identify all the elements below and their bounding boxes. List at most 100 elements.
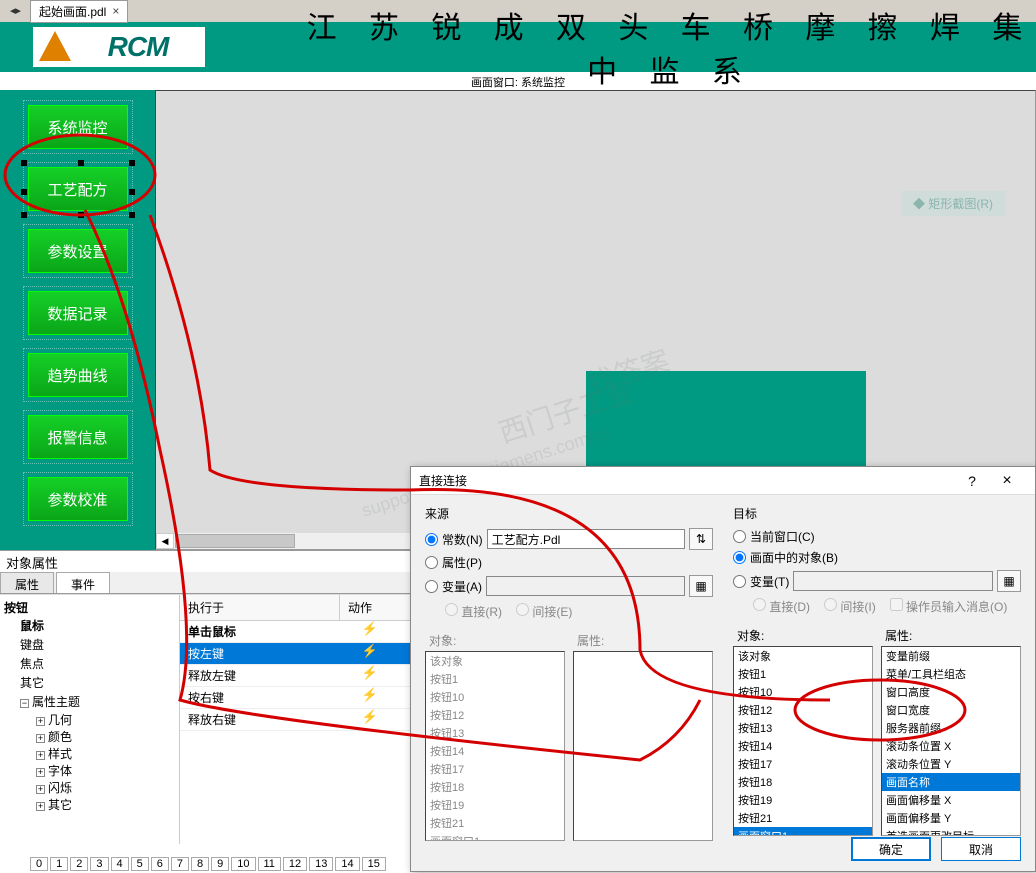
- help-icon[interactable]: ?: [957, 473, 987, 489]
- scroll-left-icon[interactable]: ◀: [156, 533, 174, 549]
- list-item[interactable]: 按钮17: [426, 760, 564, 778]
- app-header: RCM 江 苏 锐 成 双 头 车 桥 摩 擦 焊 集 中 监 系: [0, 22, 1036, 72]
- tree-panel[interactable]: 按钮 鼠标 键盘 焦点 其它 −属性主题 +几何 +颜色 +样式 +字体 +闪烁…: [0, 595, 180, 844]
- tab-events[interactable]: 事件: [56, 572, 110, 593]
- radio-indirect-e: [516, 603, 529, 616]
- list-item[interactable]: 按钮12: [426, 706, 564, 724]
- nav-param-calibrate[interactable]: 参数校准: [28, 477, 128, 521]
- close-icon[interactable]: ×: [112, 4, 119, 18]
- browse-var-icon[interactable]: ▦: [689, 575, 713, 597]
- list-item[interactable]: 按钮18: [734, 773, 872, 791]
- tree-keyboard[interactable]: 键盘: [4, 635, 175, 654]
- list-item[interactable]: 窗口宽度: [882, 701, 1020, 719]
- list-item[interactable]: 画面窗口1: [734, 827, 872, 836]
- list-item[interactable]: 按钮12: [734, 701, 872, 719]
- list-item[interactable]: 按钮18: [426, 778, 564, 796]
- list-item[interactable]: 按钮13: [426, 724, 564, 742]
- tree-blink[interactable]: +闪烁: [4, 779, 175, 796]
- list-item[interactable]: 按钮14: [426, 742, 564, 760]
- target-column: 目标 当前窗口(C) 画面中的对象(B) 变量(T) ▦ 直接(D) 间接(I)…: [733, 505, 1021, 841]
- source-prop-list[interactable]: [573, 651, 713, 841]
- list-item[interactable]: 按钮14: [734, 737, 872, 755]
- list-item[interactable]: 该对象: [426, 652, 564, 670]
- nav-data-record[interactable]: 数据记录: [28, 291, 128, 335]
- list-item[interactable]: 变量前缀: [882, 647, 1020, 665]
- radio-property[interactable]: [425, 556, 438, 569]
- scroll-thumb[interactable]: [175, 534, 295, 548]
- tree-focus[interactable]: 焦点: [4, 654, 175, 673]
- close-icon[interactable]: ×: [987, 472, 1027, 490]
- nav-trend-curve[interactable]: 趋势曲线: [28, 353, 128, 397]
- radio-current-window[interactable]: [733, 530, 746, 543]
- canvas-rect-1[interactable]: [586, 371, 866, 471]
- tab-attributes[interactable]: 属性: [0, 572, 54, 593]
- list-item[interactable]: 按钮19: [734, 791, 872, 809]
- page-numbers: 01 23 45 67 89 1011 1213 1415: [30, 855, 386, 873]
- target-var-input: [793, 571, 993, 591]
- overflow-indicator: ◂▸: [10, 4, 21, 17]
- tree-font[interactable]: +字体: [4, 762, 175, 779]
- browse-icon[interactable]: ⇅: [689, 528, 713, 550]
- ok-button[interactable]: 确定: [851, 837, 931, 861]
- page-title: 江 苏 锐 成 双 头 车 桥 摩 擦 焊 集 中 监 系: [205, 3, 1036, 91]
- list-item[interactable]: 菜单/工具栏组态: [882, 665, 1020, 683]
- tree-other2[interactable]: +其它: [4, 796, 175, 813]
- variable-input: [486, 576, 685, 596]
- constant-input[interactable]: [487, 529, 685, 549]
- radio-direct-r: [445, 603, 458, 616]
- list-item[interactable]: 首选画面更改目标: [882, 827, 1020, 836]
- list-item[interactable]: 按钮1: [426, 670, 564, 688]
- list-item[interactable]: 该对象: [734, 647, 872, 665]
- target-obj-label: 对象:: [733, 625, 873, 646]
- nav-alarm-info[interactable]: 报警信息: [28, 415, 128, 459]
- list-item[interactable]: 按钮10: [734, 683, 872, 701]
- prop-label: 属性:: [573, 630, 713, 651]
- list-item[interactable]: 按钮21: [734, 809, 872, 827]
- target-prop-list[interactable]: 变量前缀菜单/工具栏组态窗口高度窗口宽度服务器前缀滚动条位置 X滚动条位置 Y画…: [881, 646, 1021, 836]
- source-object-list[interactable]: 该对象按钮1按钮10按钮12按钮13按钮14按钮17按钮18按钮19按钮21画面…: [425, 651, 565, 841]
- document-tab[interactable]: 起始画面.pdl ×: [30, 0, 128, 23]
- list-item[interactable]: 画面窗口1: [426, 832, 564, 841]
- tree-other[interactable]: 其它: [4, 673, 175, 692]
- screenshot-hint: ◆ 矩形截图(R): [901, 191, 1005, 216]
- direct-connection-dialog: 直接连接 ? × 来源 常数(N) ⇅ 属性(P) 变量(A) ▦ 直接(R) …: [410, 466, 1036, 872]
- list-item[interactable]: 按钮10: [426, 688, 564, 706]
- nav-system-monitor[interactable]: 系统监控: [28, 105, 128, 149]
- radio-constant[interactable]: [425, 533, 438, 546]
- checkbox-operator-msg: [890, 598, 903, 611]
- list-item[interactable]: 按钮21: [426, 814, 564, 832]
- obj-label: 对象:: [425, 630, 565, 651]
- nav-param-setting[interactable]: 参数设置: [28, 229, 128, 273]
- cancel-button[interactable]: 取消: [941, 837, 1021, 861]
- list-item[interactable]: 画面偏移量 Y: [882, 809, 1020, 827]
- list-item[interactable]: 画面名称: [882, 773, 1020, 791]
- list-item[interactable]: 按钮13: [734, 719, 872, 737]
- list-item[interactable]: 按钮19: [426, 796, 564, 814]
- logo-text: RCM: [108, 31, 169, 63]
- list-item[interactable]: 画面偏移量 X: [882, 791, 1020, 809]
- tab-label: 起始画面.pdl: [39, 3, 106, 20]
- source-column: 来源 常数(N) ⇅ 属性(P) 变量(A) ▦ 直接(R) 间接(E) 对象:…: [425, 505, 713, 841]
- dialog-titlebar[interactable]: 直接连接 ? ×: [411, 467, 1035, 495]
- list-item[interactable]: 服务器前缀: [882, 719, 1020, 737]
- list-item[interactable]: 滚动条位置 Y: [882, 755, 1020, 773]
- target-object-list[interactable]: 该对象按钮1按钮10按钮12按钮13按钮14按钮17按钮18按钮19按钮21画面…: [733, 646, 873, 836]
- tree-theme[interactable]: −属性主题: [4, 692, 175, 711]
- list-item[interactable]: 滚动条位置 X: [882, 737, 1020, 755]
- list-item[interactable]: 按钮1: [734, 665, 872, 683]
- browse-target-icon[interactable]: ▦: [997, 570, 1021, 592]
- tree-geom[interactable]: +几何: [4, 711, 175, 728]
- list-item[interactable]: 按钮17: [734, 755, 872, 773]
- list-item[interactable]: 窗口高度: [882, 683, 1020, 701]
- radio-variable-t[interactable]: [733, 575, 746, 588]
- nav-process-recipe[interactable]: 工艺配方: [28, 167, 128, 211]
- tree-root[interactable]: 按钮: [4, 599, 175, 616]
- target-label: 目标: [733, 505, 1021, 522]
- tree-style[interactable]: +样式: [4, 745, 175, 762]
- dialog-title: 直接连接: [419, 472, 957, 489]
- radio-object-in-picture[interactable]: [733, 551, 746, 564]
- logo: RCM: [33, 27, 205, 67]
- tree-color[interactable]: +颜色: [4, 728, 175, 745]
- radio-variable[interactable]: [425, 580, 438, 593]
- tree-mouse[interactable]: 鼠标: [4, 616, 175, 635]
